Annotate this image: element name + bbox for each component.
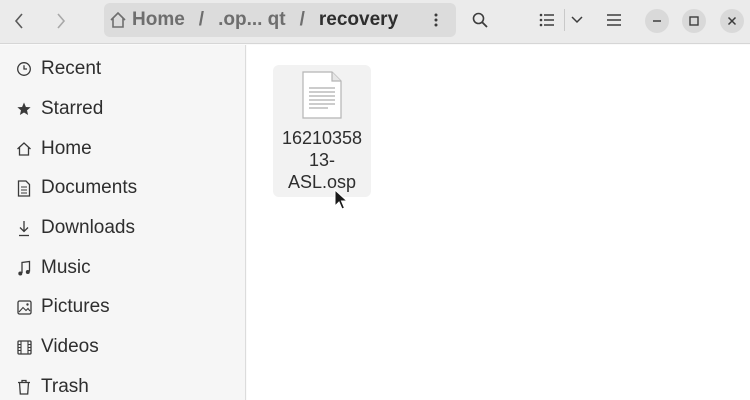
sidebar-item-label: Pictures xyxy=(41,296,110,317)
sidebar-item-documents[interactable]: Documents xyxy=(0,169,246,207)
clock-icon xyxy=(16,60,32,78)
chevron-down-icon xyxy=(571,16,583,24)
home-icon xyxy=(110,11,126,28)
sidebar-item-label: Starred xyxy=(41,98,104,119)
sidebar-item-trash[interactable]: Trash xyxy=(0,368,246,400)
sidebar-item-home[interactable]: Home xyxy=(0,130,246,168)
breadcrumb-separator: / xyxy=(299,9,305,30)
breadcrumb-home[interactable]: Home xyxy=(108,9,185,31)
minimize-icon xyxy=(653,20,661,22)
maximize-icon xyxy=(689,16,699,26)
mouse-pointer-icon xyxy=(334,189,348,210)
close-button[interactable] xyxy=(720,9,744,33)
chevron-right-icon xyxy=(57,13,66,29)
minimize-button[interactable] xyxy=(645,9,669,33)
picture-icon xyxy=(16,298,32,316)
music-icon xyxy=(16,259,32,277)
sidebar-item-label: Downloads xyxy=(41,217,135,238)
star-icon xyxy=(16,100,32,118)
sidebar-item-label: Trash xyxy=(41,376,89,397)
document-icon xyxy=(16,179,32,197)
breadcrumb-current-label: recovery xyxy=(318,9,399,30)
file-view: 16210358 13- ASL.osp xyxy=(247,45,750,400)
video-icon xyxy=(16,338,32,356)
hamburger-menu-icon xyxy=(607,14,621,26)
view-list-button[interactable] xyxy=(530,6,564,34)
file-item[interactable]: 16210358 13- ASL.osp xyxy=(273,65,371,197)
view-options-button[interactable] xyxy=(565,6,589,34)
sidebar-item-label: Home xyxy=(41,138,92,159)
sidebar-item-starred[interactable]: Starred xyxy=(0,90,246,128)
sidebar-item-music[interactable]: Music xyxy=(0,249,246,287)
download-icon xyxy=(16,219,32,237)
sidebar-item-label: Recent xyxy=(41,58,102,79)
breadcrumb-current[interactable]: recovery xyxy=(319,9,398,31)
close-icon xyxy=(727,16,737,26)
file-name-line: 13- xyxy=(308,150,335,170)
sidebar-item-label: Videos xyxy=(41,336,99,357)
breadcrumb-middle[interactable]: .op... qt xyxy=(218,9,286,31)
back-button[interactable] xyxy=(2,6,36,36)
sidebar-item-label: Music xyxy=(41,257,91,278)
trash-icon xyxy=(16,378,32,396)
home-icon xyxy=(16,140,32,158)
view-switcher xyxy=(530,6,590,34)
chevron-left-icon xyxy=(14,13,23,29)
maximize-button[interactable] xyxy=(682,9,706,33)
breadcrumb-separator: / xyxy=(198,9,205,30)
list-view-icon xyxy=(539,13,554,27)
file-name-line: ASL.osp xyxy=(287,172,357,192)
path-menu-button[interactable] xyxy=(426,9,446,31)
sidebar-item-recent[interactable]: Recent xyxy=(0,50,246,88)
main-menu-button[interactable] xyxy=(600,6,628,34)
sidebar-item-label: Documents xyxy=(41,177,138,198)
forward-button[interactable] xyxy=(44,6,78,36)
sidebar-item-videos[interactable]: Videos xyxy=(0,328,246,366)
path-bar: Home / .op... qt / recovery xyxy=(104,3,456,37)
search-button[interactable] xyxy=(466,6,494,34)
sidebar-item-downloads[interactable]: Downloads xyxy=(0,209,246,247)
breadcrumb-home-label: Home xyxy=(132,9,185,30)
file-name: 16210358 13- ASL.osp xyxy=(273,127,371,193)
sidebar: Recent Starred Home Documents Downloads … xyxy=(0,45,246,400)
file-name-line: 16210358 xyxy=(281,128,363,148)
header-bar: Home / .op... qt / recovery xyxy=(0,0,750,44)
breadcrumb-middle-label: .op... qt xyxy=(218,9,286,30)
vertical-dots-icon xyxy=(434,13,438,27)
sidebar-item-pictures[interactable]: Pictures xyxy=(0,288,246,326)
text-file-icon xyxy=(302,71,342,119)
search-icon xyxy=(472,12,488,28)
